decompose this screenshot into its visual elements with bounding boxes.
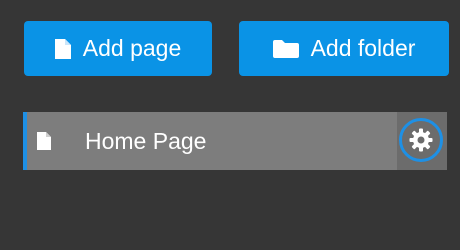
add-page-button[interactable]: Add page	[24, 21, 212, 76]
settings-focus-ring	[399, 118, 443, 162]
page-title: Home Page	[85, 128, 207, 154]
page-list-item[interactable]: Home Page	[23, 112, 447, 170]
document-icon	[54, 38, 71, 59]
document-icon	[37, 132, 51, 150]
gear-icon	[409, 128, 433, 152]
folder-icon	[272, 39, 299, 58]
add-page-label: Add page	[82, 35, 182, 61]
add-folder-label: Add folder	[310, 35, 416, 61]
add-folder-button[interactable]: Add folder	[239, 21, 449, 76]
page-settings-button[interactable]	[397, 112, 447, 170]
